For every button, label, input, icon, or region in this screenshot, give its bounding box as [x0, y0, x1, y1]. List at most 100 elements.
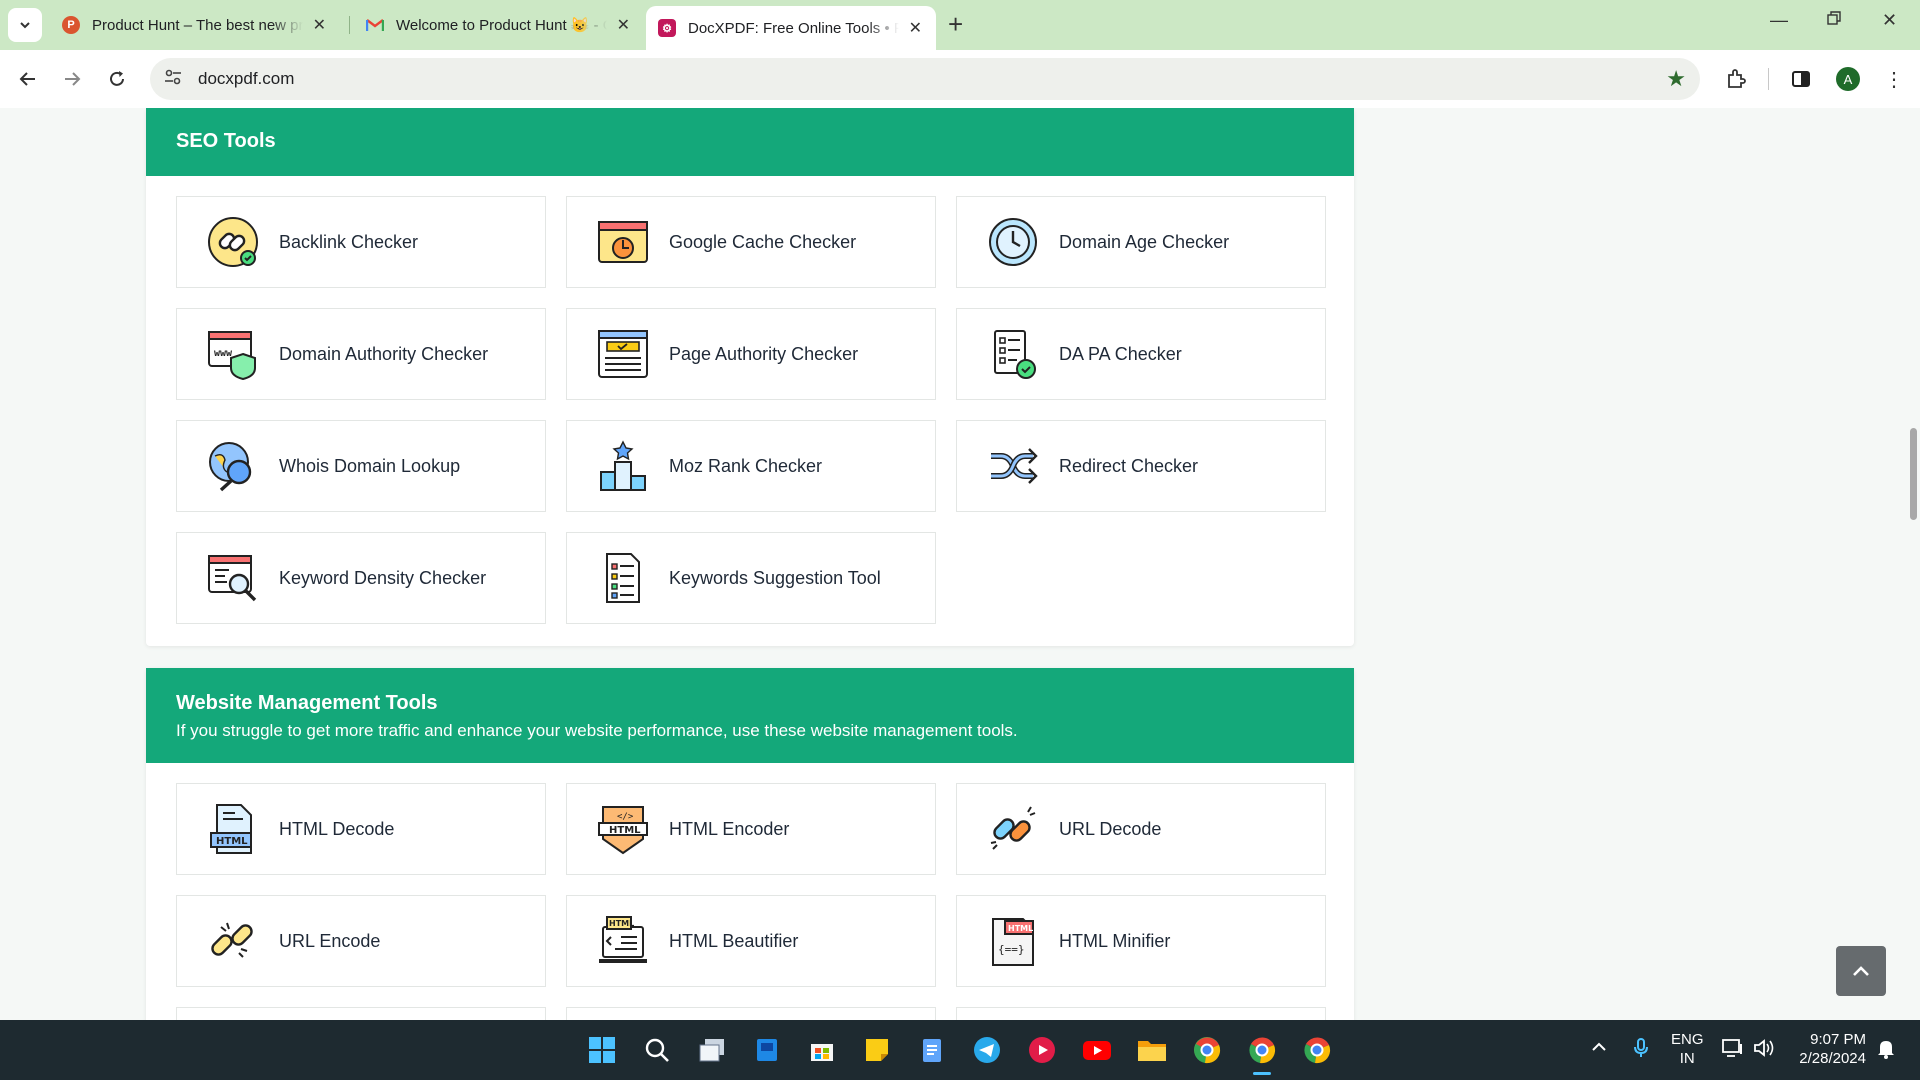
- clock-date: 2/28/2024: [1799, 1050, 1866, 1067]
- url-text[interactable]: docxpdf.com: [198, 69, 294, 89]
- section-header: Website Management Tools If you struggle…: [146, 668, 1354, 763]
- tool-card-keyword-density-checker[interactable]: Keyword Density Checker: [176, 532, 546, 624]
- tool-card-partial[interactable]: [956, 1007, 1326, 1020]
- tool-grid: HTML HTML Decode HTML </> HTML Encoder UR…: [146, 763, 1354, 1020]
- site-settings-icon[interactable]: [164, 69, 186, 90]
- podium-icon: [600, 440, 646, 491]
- chevron-down-icon: [20, 22, 30, 29]
- tool-label: Keywords Suggestion Tool: [669, 567, 881, 588]
- tool-card-html-minifier[interactable]: HTML {==} HTML Minifier: [956, 895, 1326, 987]
- tool-label: Page Authority Checker: [669, 343, 859, 364]
- tool-card-partial[interactable]: [566, 1007, 936, 1020]
- svg-text:HTML: HTML: [216, 836, 248, 847]
- tool-card-html-encoder[interactable]: HTML </> HTML Encoder: [566, 783, 936, 875]
- network-icon[interactable]: [1722, 1038, 1744, 1063]
- forward-button[interactable]: [57, 64, 87, 94]
- arrow-left-icon: [19, 72, 35, 86]
- google-cache-icon: [598, 221, 648, 263]
- tool-card-backlink-checker[interactable]: Backlink Checker: [176, 196, 546, 288]
- tool-card-html-beautifier[interactable]: HTML HTML Beautifier: [566, 895, 936, 987]
- clock-icon: [989, 218, 1037, 266]
- tool-label: Redirect Checker: [1059, 455, 1199, 476]
- tool-label: HTML Encoder: [669, 818, 790, 839]
- tool-label: Google Cache Checker: [669, 231, 857, 252]
- new-tab-button[interactable]: +: [948, 10, 963, 38]
- tool-card-partial[interactable]: [176, 1007, 546, 1020]
- minimize-icon[interactable]: —: [1770, 10, 1788, 31]
- tool-card-moz-rank-checker[interactable]: Moz Rank Checker: [566, 420, 936, 512]
- telegram-icon[interactable]: [970, 1033, 1004, 1067]
- address-bar[interactable]: docxpdf.com ★: [150, 58, 1700, 100]
- close-window-icon[interactable]: ✕: [1882, 10, 1897, 31]
- scroll-to-top-button[interactable]: [1836, 946, 1886, 996]
- extensions-icon[interactable]: [1722, 65, 1750, 93]
- media-player-icon[interactable]: [1025, 1033, 1059, 1067]
- product-hunt-icon: P: [62, 16, 80, 34]
- tool-card-domain-age-checker[interactable]: Domain Age Checker: [956, 196, 1326, 288]
- microsoft-store-icon[interactable]: [805, 1033, 839, 1067]
- close-tab-icon[interactable]: ✕: [313, 15, 326, 35]
- tab-title: Product Hunt – The best new products: [92, 16, 303, 34]
- tab-gmail[interactable]: Welcome to Product Hunt 😺 - Gmail ✕: [354, 7, 644, 43]
- tool-card-whois-domain-lookup[interactable]: Whois Domain Lookup: [176, 420, 546, 512]
- windows-start-icon[interactable]: [585, 1033, 619, 1067]
- language-code: ENG: [1671, 1031, 1704, 1048]
- page-scrollbar-thumb[interactable]: [1910, 428, 1917, 520]
- tool-card-da-pa-checker[interactable]: DA PA Checker: [956, 308, 1326, 400]
- tab-search-button[interactable]: [8, 8, 42, 42]
- notepad-icon[interactable]: [915, 1033, 949, 1067]
- svg-text:HTML: HTML: [609, 825, 641, 836]
- document-list-icon: [606, 553, 640, 603]
- tool-label: URL Encode: [279, 930, 381, 951]
- tool-label: Keyword Density Checker: [279, 567, 487, 588]
- tool-card-redirect-checker[interactable]: Redirect Checker: [956, 420, 1326, 512]
- toolbar-divider: [1768, 68, 1769, 90]
- tool-card-page-authority-checker[interactable]: Page Authority Checker: [566, 308, 936, 400]
- tool-card-html-decode[interactable]: HTML HTML Decode: [176, 783, 546, 875]
- section-header: SEO Tools: [146, 108, 1354, 176]
- search-icon[interactable]: [640, 1033, 674, 1067]
- chrome-icon[interactable]: [1300, 1033, 1334, 1067]
- tool-card-domain-authority-checker[interactable]: www Domain Authority Checker: [176, 308, 546, 400]
- html-file-icon: HTML: [210, 804, 252, 854]
- notifications-icon[interactable]: [1876, 1038, 1896, 1065]
- close-tab-icon[interactable]: ✕: [909, 18, 922, 38]
- bookmark-star-icon[interactable]: ★: [1666, 66, 1686, 92]
- tab-docxpdf[interactable]: ⚙ DocXPDF: Free Online Tools • Free ✕: [646, 6, 936, 50]
- tab-product-hunt[interactable]: P Product Hunt – The best new products ✕: [50, 7, 340, 43]
- close-tab-icon[interactable]: ✕: [617, 15, 630, 35]
- tool-label: Backlink Checker: [279, 231, 419, 252]
- page-viewport: SEO Tools Backlink Checker Google Cache …: [0, 108, 1920, 1020]
- section-subtitle: If you struggle to get more traffic and …: [176, 721, 1018, 740]
- tool-card-google-cache-checker[interactable]: Google Cache Checker: [566, 196, 936, 288]
- task-view-icon[interactable]: [695, 1033, 729, 1067]
- clock[interactable]: 9:07 PM 2/28/2024: [1794, 1030, 1866, 1068]
- widgets-icon[interactable]: [750, 1033, 784, 1067]
- chevron-up-icon: [1853, 966, 1869, 976]
- tool-label: DA PA Checker: [1059, 343, 1182, 364]
- profile-avatar[interactable]: A: [1836, 67, 1860, 91]
- input-language[interactable]: ENG IN: [1671, 1030, 1704, 1068]
- reload-button[interactable]: [102, 64, 132, 94]
- chrome-profile-icon[interactable]: [1190, 1033, 1224, 1067]
- section-title: SEO Tools: [176, 130, 276, 152]
- tool-label: Whois Domain Lookup: [279, 455, 461, 476]
- tool-card-keywords-suggestion-tool[interactable]: Keywords Suggestion Tool: [566, 532, 936, 624]
- back-button[interactable]: [13, 64, 43, 94]
- side-panel-icon[interactable]: [1787, 65, 1815, 93]
- file-explorer-icon[interactable]: [1135, 1033, 1169, 1067]
- tool-label: URL Decode: [1059, 818, 1162, 839]
- more-menu-icon[interactable]: ⋮: [1880, 65, 1908, 93]
- tool-card-url-encode[interactable]: URL Encode: [176, 895, 546, 987]
- microphone-icon[interactable]: [1632, 1037, 1650, 1064]
- chrome-active-icon[interactable]: [1245, 1033, 1279, 1067]
- youtube-icon[interactable]: [1080, 1033, 1114, 1067]
- show-hidden-icons[interactable]: [1590, 1038, 1608, 1061]
- volume-icon[interactable]: [1753, 1038, 1777, 1063]
- tool-card-url-decode[interactable]: URL Decode: [956, 783, 1326, 875]
- html-code-file-icon: HTML {==}: [992, 918, 1034, 966]
- sticky-notes-icon[interactable]: [860, 1033, 894, 1067]
- section-title: Website Management Tools: [176, 692, 438, 714]
- restore-icon[interactable]: [1826, 10, 1842, 31]
- svg-text:HTML: HTML: [1008, 924, 1033, 933]
